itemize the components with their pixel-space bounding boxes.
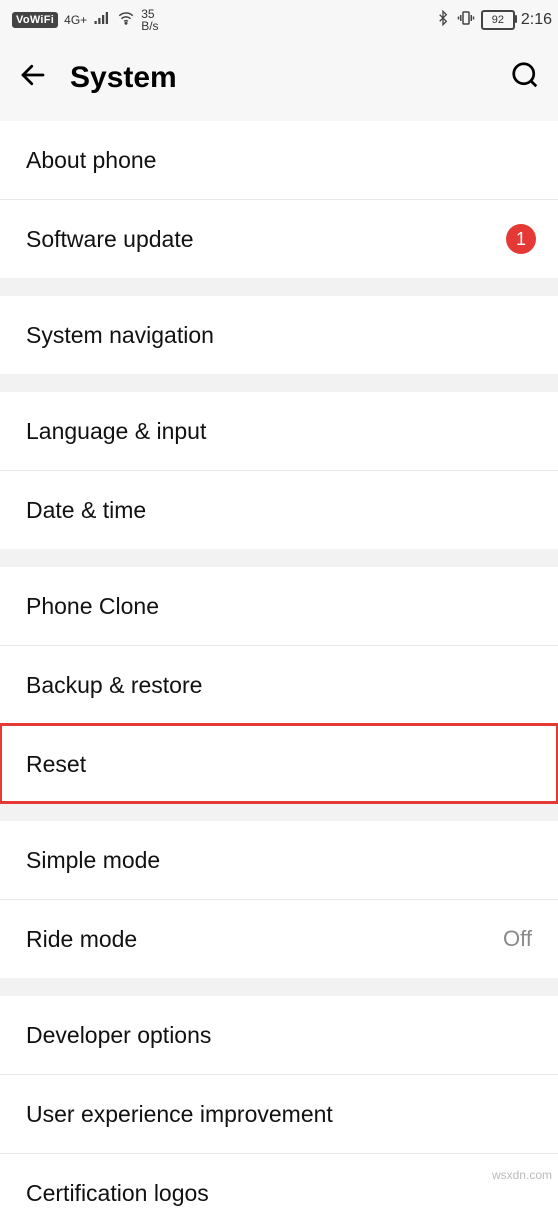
row-system-navigation[interactable]: System navigation [0, 296, 558, 374]
row-label: About phone [26, 147, 156, 174]
row-label: System navigation [26, 322, 214, 349]
row-label: Developer options [26, 1022, 211, 1049]
row-value: Off [503, 926, 532, 952]
battery-icon: 92 [481, 10, 515, 30]
row-reset[interactable]: Reset [0, 724, 558, 803]
settings-group: About phone Software update 1 [0, 121, 558, 278]
row-phone-clone[interactable]: Phone Clone [0, 567, 558, 645]
clock: 2:16 [521, 11, 552, 29]
row-language-input[interactable]: Language & input [0, 392, 558, 470]
row-label: Reset [26, 751, 86, 778]
row-about-phone[interactable]: About phone [0, 121, 558, 199]
row-backup-restore[interactable]: Backup & restore [0, 645, 558, 724]
row-label: Backup & restore [26, 672, 202, 699]
row-certification-logos[interactable]: Certification logos [0, 1153, 558, 1232]
vowifi-badge: VoWiFi [12, 12, 58, 28]
bluetooth-icon [435, 10, 451, 31]
row-user-experience[interactable]: User experience improvement [0, 1074, 558, 1153]
settings-group: System navigation [0, 296, 558, 374]
network-top: 4G+ [64, 13, 87, 27]
row-label: Ride mode [26, 926, 137, 953]
network-speed: 35 B/s [141, 8, 158, 32]
signal-icon [93, 9, 111, 32]
status-right: 92 2:16 [435, 9, 552, 32]
row-ride-mode[interactable]: Ride mode Off [0, 899, 558, 978]
watermark: wsxdn.com [492, 1168, 552, 1182]
row-label: Phone Clone [26, 593, 159, 620]
row-label: Simple mode [26, 847, 160, 874]
row-label: Software update [26, 226, 194, 253]
row-label: Certification logos [26, 1180, 209, 1207]
settings-group: Phone Clone Backup & restore Reset [0, 567, 558, 803]
back-button[interactable] [18, 60, 48, 95]
settings-group: Language & input Date & time [0, 392, 558, 549]
speed-unit: B/s [141, 20, 158, 32]
row-software-update[interactable]: Software update 1 [0, 199, 558, 278]
network-type: 4G+ [64, 14, 87, 26]
row-label: User experience improvement [26, 1101, 333, 1128]
vibrate-icon [457, 9, 475, 32]
battery-level: 92 [492, 14, 504, 26]
status-left: VoWiFi 4G+ 35 B/s [12, 8, 159, 32]
settings-group: Developer options User experience improv… [0, 996, 558, 1232]
wifi-icon [117, 9, 135, 32]
page-title: System [70, 61, 177, 95]
row-label: Date & time [26, 497, 146, 524]
search-button[interactable] [510, 60, 540, 95]
settings-group: Simple mode Ride mode Off [0, 821, 558, 978]
row-simple-mode[interactable]: Simple mode [0, 821, 558, 899]
row-developer-options[interactable]: Developer options [0, 996, 558, 1074]
notification-badge: 1 [506, 224, 536, 254]
status-bar: VoWiFi 4G+ 35 B/s 92 2:16 [0, 0, 558, 40]
app-bar: System [0, 40, 558, 121]
row-label: Language & input [26, 418, 206, 445]
row-date-time[interactable]: Date & time [0, 470, 558, 549]
